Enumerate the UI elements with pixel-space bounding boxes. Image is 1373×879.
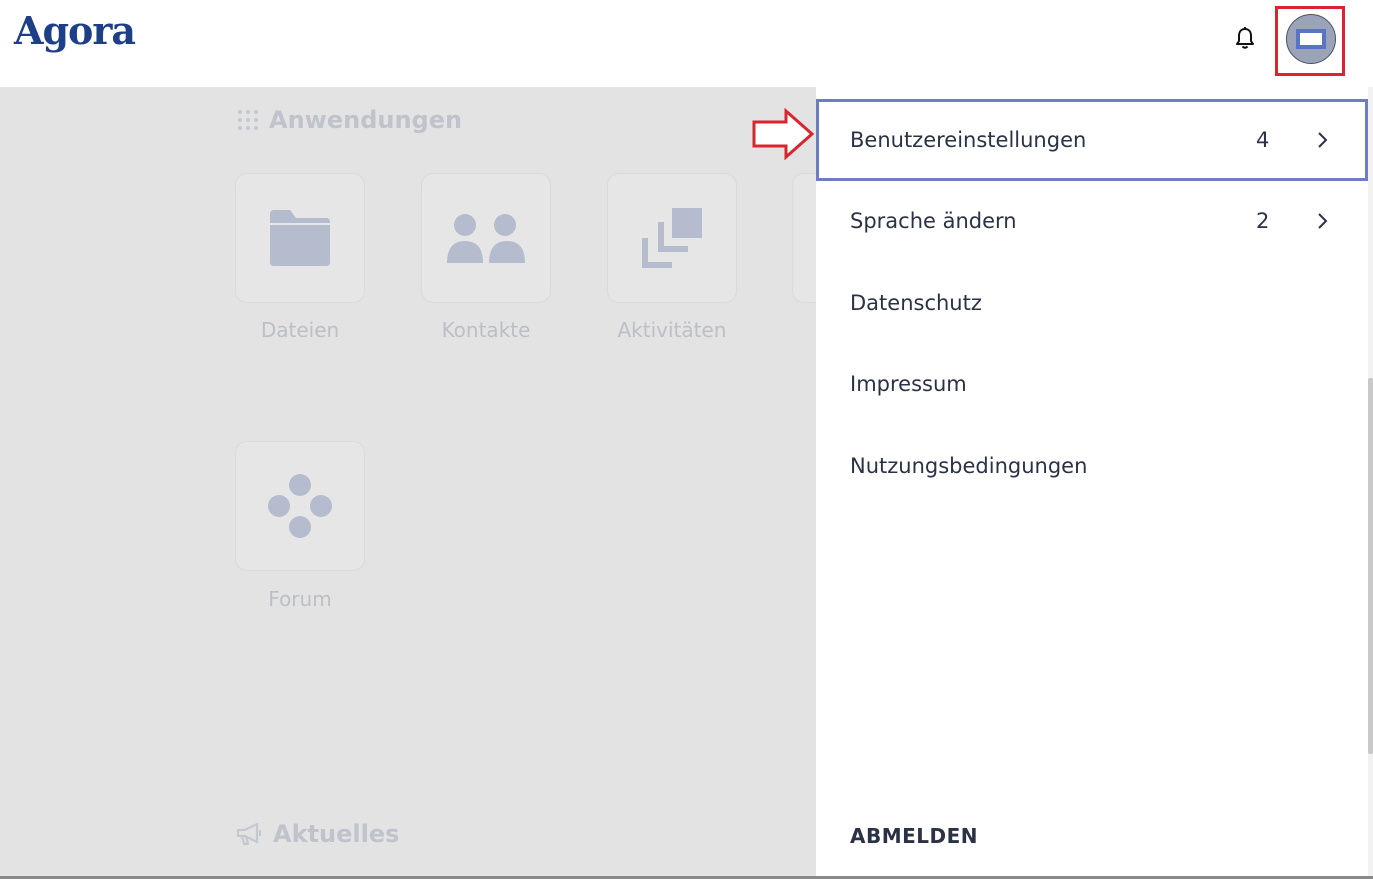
megaphone-icon bbox=[236, 822, 262, 846]
main-content: Anwendungen Dateien Kontakte Aktivitäten… bbox=[0, 87, 922, 879]
apps-section-title: Anwendungen bbox=[237, 106, 462, 134]
contacts-icon bbox=[447, 214, 525, 263]
app-tile-activities[interactable] bbox=[607, 173, 737, 303]
menu-item-label: Impressum bbox=[850, 372, 967, 396]
avatar-icon[interactable] bbox=[1286, 14, 1336, 64]
app-tile-forum[interactable] bbox=[235, 441, 365, 571]
activities-icon bbox=[642, 208, 702, 268]
app-label-files: Dateien bbox=[260, 318, 340, 342]
apps-title-text: Anwendungen bbox=[269, 106, 463, 134]
menu-item-imprint[interactable]: Impressum bbox=[816, 343, 1368, 425]
bell-icon[interactable] bbox=[1231, 24, 1259, 52]
menu-item-user-settings[interactable]: Benutzereinstellungen 4 bbox=[816, 99, 1368, 181]
agora-logo[interactable]: Agora bbox=[14, 8, 136, 53]
app-tile-files[interactable] bbox=[235, 173, 365, 303]
chevron-right-icon bbox=[1318, 132, 1328, 148]
menu-item-privacy[interactable]: Datenschutz bbox=[816, 262, 1368, 344]
logout-button[interactable]: ABMELDEN bbox=[850, 824, 978, 848]
scrollbar-thumb[interactable] bbox=[1368, 378, 1373, 754]
menu-item-count: 2 bbox=[1256, 209, 1270, 233]
red-arrow-annotation bbox=[752, 108, 815, 160]
avatar-image bbox=[1296, 29, 1326, 49]
user-menu-panel: Benutzereinstellungen 4 Sprache ändern 2… bbox=[816, 87, 1368, 876]
chevron-right-icon bbox=[1318, 213, 1328, 229]
forum-icon bbox=[268, 474, 332, 538]
menu-item-label: Datenschutz bbox=[850, 291, 982, 315]
app-tile-contacts[interactable] bbox=[421, 173, 551, 303]
menu-item-count: 4 bbox=[1256, 128, 1270, 152]
menu-item-label: Sprache ändern bbox=[850, 209, 1017, 233]
grid-dots-icon bbox=[238, 110, 258, 130]
menu-item-terms[interactable]: Nutzungsbedingungen bbox=[816, 425, 1368, 507]
app-label-activities: Aktivitäten bbox=[617, 318, 727, 342]
menu-item-label: Benutzereinstellungen bbox=[850, 128, 1087, 152]
menu-item-label: Nutzungsbedingungen bbox=[850, 454, 1088, 478]
page: Agora Anwendungen Dateien Kontakte Aktiv… bbox=[0, 0, 1373, 879]
folder-icon bbox=[270, 210, 330, 266]
menu-item-change-language[interactable]: Sprache ändern 2 bbox=[816, 180, 1368, 262]
app-label-forum: Forum bbox=[268, 587, 332, 611]
app-label-contacts: Kontakte bbox=[441, 318, 531, 342]
top-header: Agora bbox=[0, 0, 1373, 87]
news-title-text: Aktuelles bbox=[273, 820, 400, 848]
news-section-title: Aktuelles bbox=[235, 820, 399, 848]
